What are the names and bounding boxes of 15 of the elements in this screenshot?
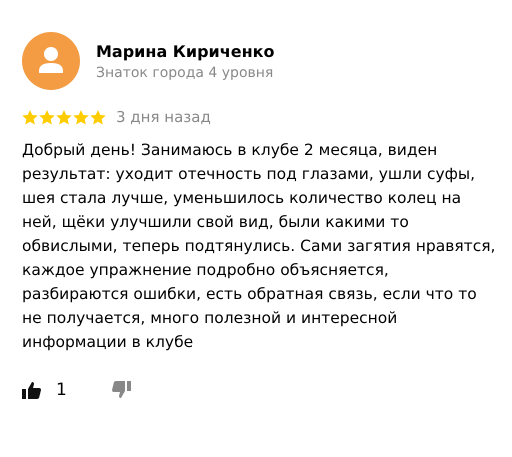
avatar-icon: [22, 32, 80, 90]
dislike-button[interactable]: [110, 380, 131, 400]
thumbs-down-icon: [110, 380, 131, 400]
like-count: 1: [56, 380, 67, 400]
author-status: Знаток города 4 уровня: [96, 64, 274, 80]
star-icon: [22, 110, 38, 124]
star-icon: [73, 110, 89, 124]
like-button[interactable]: 1: [22, 380, 67, 400]
star-icon: [56, 110, 72, 124]
review-text: Добрый день! Занимаюсь в клубе 2 месяца, виден результат: уходит отечность под глазами, ушли суфы, шея стала лучше, уменьшилось количество колец на ней, щёки улучшили свой вид, были какими то обвислыми, теперь подтянулись. Сами загятия нравятся, каждое упражнение подробно объясняется, разбираются ошибки, есть обратная связь, если что то не получается, много полезной и интересной информации в клубе: [22, 140, 496, 353]
star-icon: [39, 110, 55, 124]
review-date: 3 дня назад: [116, 108, 211, 126]
thumbs-up-icon: [22, 380, 42, 400]
author-name[interactable]: Марина Кириченко: [96, 42, 274, 60]
star-icon: [90, 110, 106, 124]
